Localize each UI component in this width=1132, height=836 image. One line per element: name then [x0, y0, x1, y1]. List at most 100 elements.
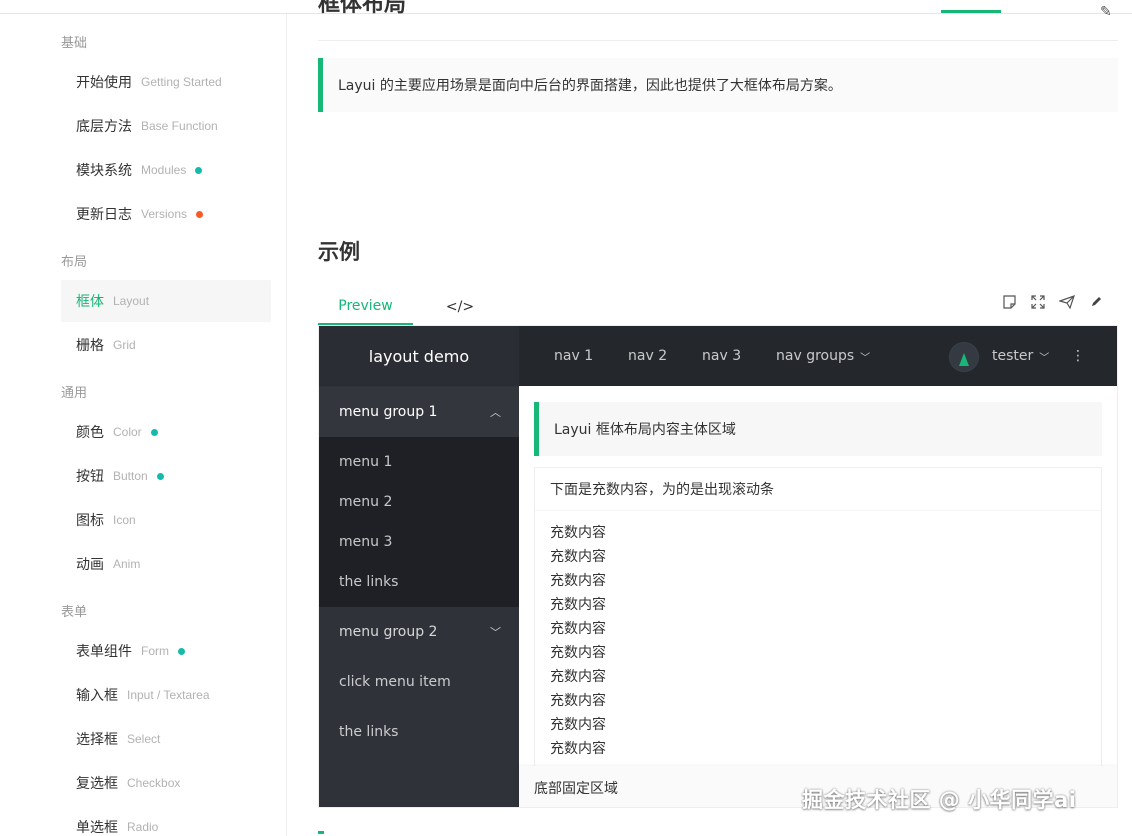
- demo-user-menu[interactable]: tester ﹀: [992, 326, 1049, 386]
- note-icon[interactable]: [1001, 295, 1017, 313]
- menu-group-1-items: menu 1 menu 2 menu 3 the links: [319, 437, 519, 607]
- edit-icon[interactable]: ✎: [1100, 4, 1112, 20]
- sidebar-item-form[interactable]: 表单组件 Form: [61, 630, 271, 672]
- example-toolbar: [1001, 295, 1104, 313]
- sidebar-item-label: 颜色: [76, 425, 104, 441]
- docs-sidebar: 基础 开始使用 Getting Started 底层方法 Base Function…: [0, 14, 287, 836]
- demo-nav-groups[interactable]: nav groups ﹀: [776, 326, 870, 386]
- tab-code[interactable]: </>: [438, 289, 482, 325]
- example-tabs: Preview </>: [318, 289, 1118, 325]
- edit-icon[interactable]: [1088, 295, 1104, 313]
- sidebar-item-en: Modules: [141, 163, 187, 177]
- sidebar-item-base-function[interactable]: 底层方法 Base Function: [61, 105, 271, 147]
- sidebar-item-label: 底层方法: [76, 119, 132, 135]
- sidebar-item-label: 框体: [76, 294, 104, 310]
- new-badge-dot: [178, 647, 185, 655]
- demo-nav-2[interactable]: nav 2: [628, 326, 667, 386]
- layout-demo-preview: layout demo nav 1 nav 2 nav 3 nav groups…: [318, 325, 1118, 808]
- sidebar-item-label: 更新日志: [76, 207, 132, 223]
- new-badge-dot: [195, 166, 203, 174]
- sidebar-item-en: Select: [127, 732, 161, 746]
- sidebar-item-en: Grid: [113, 338, 136, 352]
- fill-content-row: 充数内容: [550, 621, 606, 637]
- sidebar-item-button[interactable]: 按钮 Button: [61, 455, 271, 497]
- sidebar-item-getting-started[interactable]: 开始使用 Getting Started: [61, 61, 271, 103]
- menu-item-links[interactable]: the links: [319, 562, 519, 602]
- sidebar-item-checkbox[interactable]: 复选框 Checkbox: [61, 762, 271, 804]
- sidebar-item-label: 复选框: [76, 776, 118, 792]
- page-title: 框体布局: [318, 0, 407, 16]
- sidebar-item-select[interactable]: 选择框 Select: [61, 718, 271, 760]
- chevron-up-icon: ︿: [490, 406, 501, 419]
- fill-content-row: 充数内容: [550, 669, 606, 685]
- fill-content-row: 充数内容: [550, 573, 606, 589]
- fill-content-row: 充数内容: [550, 645, 606, 661]
- more-icon[interactable]: ⋮: [1071, 326, 1085, 386]
- menu-item-1[interactable]: menu 1: [319, 442, 519, 482]
- sidebar-item-en: Input / Textarea: [127, 688, 210, 702]
- sidebar-item-en: Button: [113, 469, 148, 483]
- chevron-down-icon: ﹀: [490, 626, 501, 639]
- sidebar-item-en: Base Function: [141, 119, 218, 133]
- avatar[interactable]: [949, 342, 979, 372]
- sidebar-item-radio[interactable]: 单选框 Radio: [61, 806, 271, 836]
- sidebar-item-versions[interactable]: 更新日志 Versions: [61, 193, 271, 235]
- main-content: 框体布局 ✎ Layui 的主要应用场景是面向中后台的界面搭建，因此也提供了大框…: [318, 0, 1118, 836]
- fill-content-row: 充数内容: [550, 693, 606, 709]
- sidebar-item-label: 表单组件: [76, 644, 132, 660]
- sidebar-item-icon[interactable]: 图标 Icon: [61, 499, 271, 541]
- fullscreen-icon[interactable]: [1030, 295, 1046, 313]
- demo-nav-1[interactable]: nav 1: [554, 326, 593, 386]
- sidebar-item-label: 按钮: [76, 469, 104, 485]
- card-body: 充数内容 充数内容 充数内容 充数内容 充数内容 充数内容 充数内容 充数内容 充数内容 充数内容: [535, 511, 1101, 761]
- intro-quote-text: Layui 的主要应用场景是面向中后台的界面搭建，因此也提供了大框体布局方案。: [338, 78, 842, 94]
- sidebar-group-basic: 基础: [61, 36, 88, 51]
- sidebar-item-label: 图标: [76, 513, 104, 529]
- tab-preview[interactable]: Preview: [318, 289, 413, 325]
- demo-header: nav 1 nav 2 nav 3 nav groups ﹀ tester ﹀ …: [519, 326, 1117, 386]
- demo-nav-3[interactable]: nav 3: [702, 326, 741, 386]
- fill-content-row: 充数内容: [550, 597, 606, 613]
- menu-group-1-label: menu group 1: [339, 404, 438, 420]
- menu-item-2[interactable]: menu 2: [319, 482, 519, 522]
- send-icon[interactable]: [1058, 295, 1075, 313]
- active-tab-indicator: [941, 10, 1001, 13]
- chevron-down-icon: ﹀: [1039, 352, 1050, 364]
- menu-group-2-label: menu group 2: [339, 624, 438, 640]
- update-badge-dot: [196, 210, 204, 218]
- menu-group-2[interactable]: menu group 2 ﹀: [319, 607, 519, 657]
- sidebar-item-en: Getting Started: [141, 75, 222, 89]
- intro-quote: Layui 的主要应用场景是面向中后台的界面搭建，因此也提供了大框体布局方案。: [318, 58, 1118, 112]
- sidebar-item-label: 栅格: [76, 338, 104, 354]
- menu-item-3[interactable]: menu 3: [319, 522, 519, 562]
- sidebar-item-anim[interactable]: 动画 Anim: [61, 543, 271, 585]
- demo-logo: layout demo: [319, 326, 519, 386]
- new-badge-dot: [150, 428, 158, 436]
- sidebar-item-label: 模块系统: [76, 163, 132, 179]
- fill-content-row: 充数内容: [550, 741, 606, 757]
- sidebar-item-layout[interactable]: 框体 Layout: [61, 280, 271, 322]
- new-badge-dot: [156, 472, 164, 480]
- sidebar-item-en: Form: [141, 644, 169, 658]
- menu-group-1[interactable]: menu group 1 ︿: [319, 387, 519, 437]
- title-divider: [318, 40, 1118, 41]
- sidebar-item-en: Versions: [141, 207, 188, 221]
- sidebar-group-layout: 布局: [61, 255, 88, 270]
- active-tab-indicator: [318, 831, 324, 834]
- sidebar-item-en: Checkbox: [127, 776, 181, 790]
- section-title: 示例: [318, 240, 360, 264]
- sidebar-item-modules[interactable]: 模块系统 Modules: [61, 149, 271, 191]
- sidebar-item-input[interactable]: 输入框 Input / Textarea: [61, 674, 271, 716]
- menu-click-item[interactable]: click menu item: [319, 662, 519, 702]
- sidebar-item-grid[interactable]: 栅格 Grid: [61, 324, 271, 366]
- fill-content-row: 充数内容: [550, 525, 606, 541]
- menu-the-links[interactable]: the links: [319, 712, 519, 752]
- sidebar-item-en: Icon: [113, 513, 136, 527]
- sidebar-item-color[interactable]: 颜色 Color: [61, 411, 271, 453]
- sidebar-group-form: 表单: [61, 605, 88, 620]
- demo-body-quote-text: Layui 框体布局内容主体区域: [554, 422, 736, 438]
- sidebar-item-label: 开始使用: [76, 75, 132, 91]
- demo-user-name: tester: [992, 348, 1034, 364]
- sidebar-item-en: Radio: [127, 820, 159, 834]
- demo-nav-groups-label: nav groups: [776, 348, 855, 364]
